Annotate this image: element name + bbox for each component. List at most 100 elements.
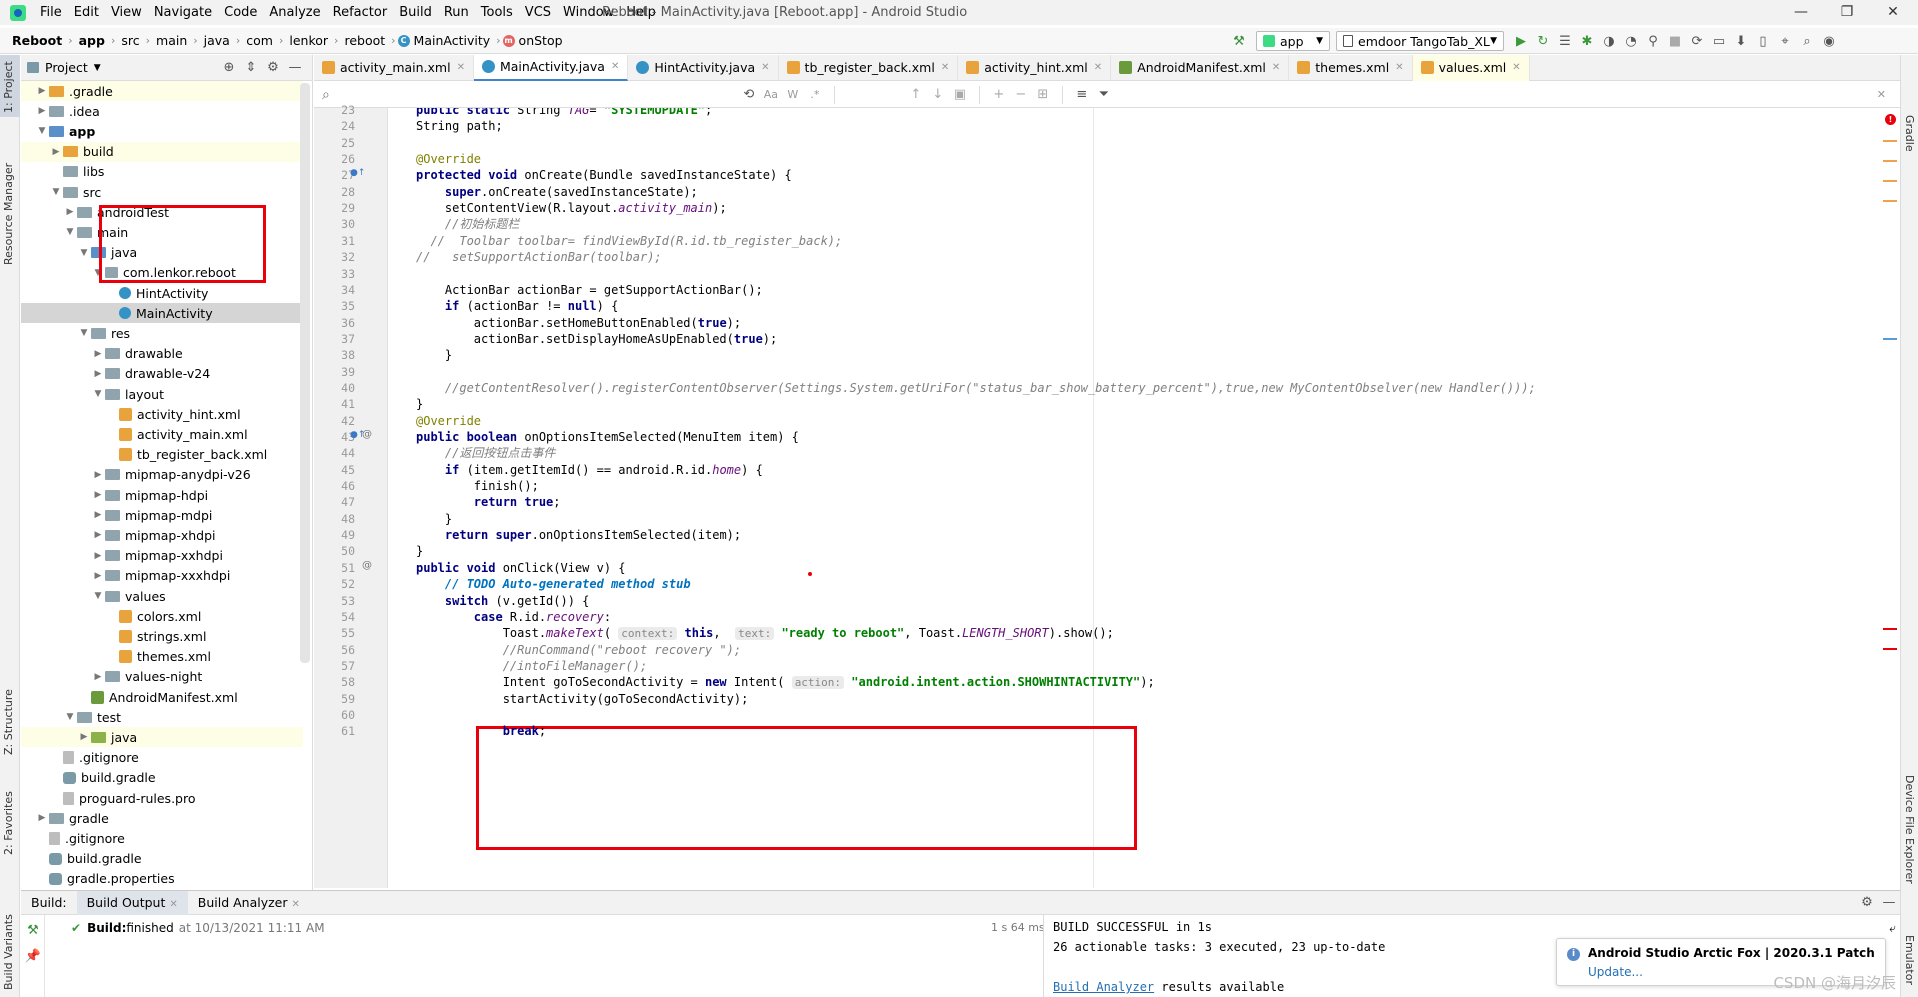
- hide-panel-icon[interactable]: —: [284, 57, 306, 79]
- collapse-all-icon[interactable]: ⇕: [240, 57, 262, 79]
- soft-wrap-icon[interactable]: ⤶: [1889, 921, 1896, 936]
- error-mark[interactable]: [1883, 628, 1897, 630]
- tree-item[interactable]: strings.xml: [21, 626, 303, 646]
- build-variants-tab[interactable]: Build Variants: [2, 914, 15, 990]
- tab-build-output[interactable]: Build Output ✕: [76, 890, 188, 915]
- tree-item[interactable]: ▶ mipmap-xxhdpi: [21, 546, 303, 566]
- tree-item[interactable]: ▶ mipmap-xhdpi: [21, 525, 303, 545]
- editor-tab[interactable]: HintActivity.java ✕: [628, 54, 779, 81]
- close-tab-icon[interactable]: ✕: [457, 62, 465, 73]
- filter-lines-icon[interactable]: ≡: [1071, 84, 1093, 106]
- close-tab-icon[interactable]: ✕: [761, 62, 769, 73]
- expand-right-icon[interactable]: ▶: [63, 207, 77, 217]
- match-case-toggle[interactable]: Aa: [760, 84, 782, 106]
- close-tab-icon[interactable]: ✕: [611, 61, 619, 72]
- error-mark[interactable]: [1883, 648, 1897, 650]
- crumb-class[interactable]: MainActivity: [414, 33, 495, 48]
- expand-right-icon[interactable]: ▶: [91, 490, 105, 500]
- tree-item[interactable]: ▼ values: [21, 586, 303, 606]
- find-input[interactable]: [337, 84, 738, 105]
- expand-right-icon[interactable]: ▶: [91, 571, 105, 581]
- menu-refactor[interactable]: Refactor: [327, 0, 394, 25]
- maximize-button[interactable]: ❐: [1824, 0, 1870, 25]
- crumb-method[interactable]: onStop: [519, 33, 567, 48]
- project-view-select[interactable]: Project: [45, 60, 88, 75]
- tree-item[interactable]: ▶ mipmap-anydpi-v26: [21, 465, 303, 485]
- hammer-icon[interactable]: ⚒: [1228, 30, 1250, 52]
- close-tab-icon[interactable]: ✕: [941, 62, 949, 73]
- emulator-tab[interactable]: Emulator: [1903, 935, 1916, 985]
- device-manager-icon[interactable]: ▯: [1752, 30, 1774, 52]
- tree-item[interactable]: ▼ res: [21, 323, 303, 343]
- expand-right-icon[interactable]: ▶: [91, 369, 105, 379]
- tree-item[interactable]: MainActivity: [21, 303, 303, 324]
- words-toggle[interactable]: W: [782, 84, 804, 106]
- tree-item[interactable]: activity_hint.xml: [21, 404, 303, 424]
- expand-right-icon[interactable]: ▶: [49, 147, 63, 157]
- sync-gradle-icon[interactable]: ⟳: [1686, 30, 1708, 52]
- code-line[interactable]: // setSupportActionBar(toolbar);: [389, 247, 662, 267]
- close-icon[interactable]: ✕: [292, 899, 300, 910]
- stop-icon[interactable]: ■: [1664, 30, 1686, 52]
- close-tab-icon[interactable]: ✕: [1395, 62, 1403, 73]
- warning-mark[interactable]: [1883, 160, 1897, 162]
- close-window-button[interactable]: ✕: [1870, 0, 1916, 25]
- apply-code-changes-icon[interactable]: ☰: [1554, 30, 1576, 52]
- search-icon[interactable]: ⌕: [1796, 30, 1818, 52]
- add-occurrence-icon[interactable]: +: [988, 84, 1010, 106]
- gear-icon[interactable]: ⚙: [1856, 892, 1878, 914]
- tree-item[interactable]: ▶ drawable: [21, 344, 303, 364]
- tree-item[interactable]: build.gradle: [21, 768, 303, 788]
- debug-icon[interactable]: ✱: [1576, 30, 1598, 52]
- menu-view[interactable]: View: [105, 0, 148, 25]
- tree-item[interactable]: ▶ .gradle: [21, 81, 303, 101]
- tree-item[interactable]: AndroidManifest.xml: [21, 687, 303, 707]
- menu-file[interactable]: File: [34, 0, 68, 25]
- menu-edit[interactable]: Edit: [68, 0, 105, 25]
- close-find-icon[interactable]: ✕: [1877, 88, 1886, 101]
- annotation-at-icon[interactable]: @: [362, 429, 372, 440]
- close-tab-icon[interactable]: ✕: [1272, 62, 1280, 73]
- editor-tab[interactable]: AndroidManifest.xml ✕: [1111, 54, 1290, 81]
- tree-item[interactable]: gradle.properties: [21, 869, 303, 886]
- annotation-at-icon[interactable]: @: [362, 560, 372, 571]
- minimize-button[interactable]: —: [1778, 0, 1824, 25]
- expand-right-icon[interactable]: ▶: [91, 672, 105, 682]
- tree-item[interactable]: proguard-rules.pro: [21, 788, 303, 808]
- expand-right-icon[interactable]: ▶: [91, 349, 105, 359]
- close-tab-icon[interactable]: ✕: [1094, 62, 1102, 73]
- project-scrollbar[interactable]: [300, 83, 310, 663]
- tree-item[interactable]: ▶ mipmap-mdpi: [21, 505, 303, 525]
- expand-down-icon[interactable]: ▼: [35, 126, 49, 136]
- gradle-tab[interactable]: Gradle: [1903, 115, 1916, 152]
- tree-item[interactable]: ▼ src: [21, 182, 303, 202]
- menu-tools[interactable]: Tools: [475, 0, 519, 25]
- tree-item[interactable]: ▶ drawable-v24: [21, 364, 303, 384]
- remove-occurrence-icon[interactable]: −: [1010, 84, 1032, 106]
- tree-item[interactable]: build.gradle: [21, 849, 303, 869]
- account-icon[interactable]: ◉: [1818, 30, 1840, 52]
- editor-tab[interactable]: activity_hint.xml ✕: [958, 54, 1112, 81]
- hammer-icon[interactable]: ⚒: [22, 919, 44, 941]
- recent-search-icon[interactable]: ⟲: [738, 84, 760, 106]
- close-icon[interactable]: ✕: [169, 899, 177, 910]
- tree-item[interactable]: ▼ app: [21, 121, 303, 141]
- expand-down-icon[interactable]: ▼: [91, 591, 105, 601]
- menu-vcs[interactable]: VCS: [519, 0, 557, 25]
- code-line[interactable]: break;: [389, 721, 546, 741]
- tree-item[interactable]: ▶ java: [21, 727, 303, 748]
- code-line[interactable]: return super.onOptionsItemSelected(item)…: [389, 525, 741, 545]
- code-editor[interactable]: public static String TAG= "SYSTEMUPDATE"…: [389, 108, 1879, 888]
- tree-item[interactable]: ▶ build: [21, 141, 303, 162]
- crumb-src[interactable]: src: [117, 33, 143, 48]
- tree-item[interactable]: .gitignore: [21, 828, 303, 848]
- structure-tab[interactable]: Z: Structure: [2, 689, 15, 755]
- apply-changes-icon[interactable]: ↻: [1532, 30, 1554, 52]
- error-indicator-icon[interactable]: !: [1885, 114, 1896, 125]
- device-file-explorer-tab[interactable]: Device File Explorer: [1903, 775, 1916, 884]
- crumb-project[interactable]: Reboot: [8, 33, 66, 48]
- menu-analyze[interactable]: Analyze: [263, 0, 326, 25]
- pin-icon[interactable]: 📌: [22, 945, 44, 967]
- expand-down-icon[interactable]: ▼: [63, 712, 77, 722]
- attach-debugger-icon[interactable]: ⚲: [1642, 30, 1664, 52]
